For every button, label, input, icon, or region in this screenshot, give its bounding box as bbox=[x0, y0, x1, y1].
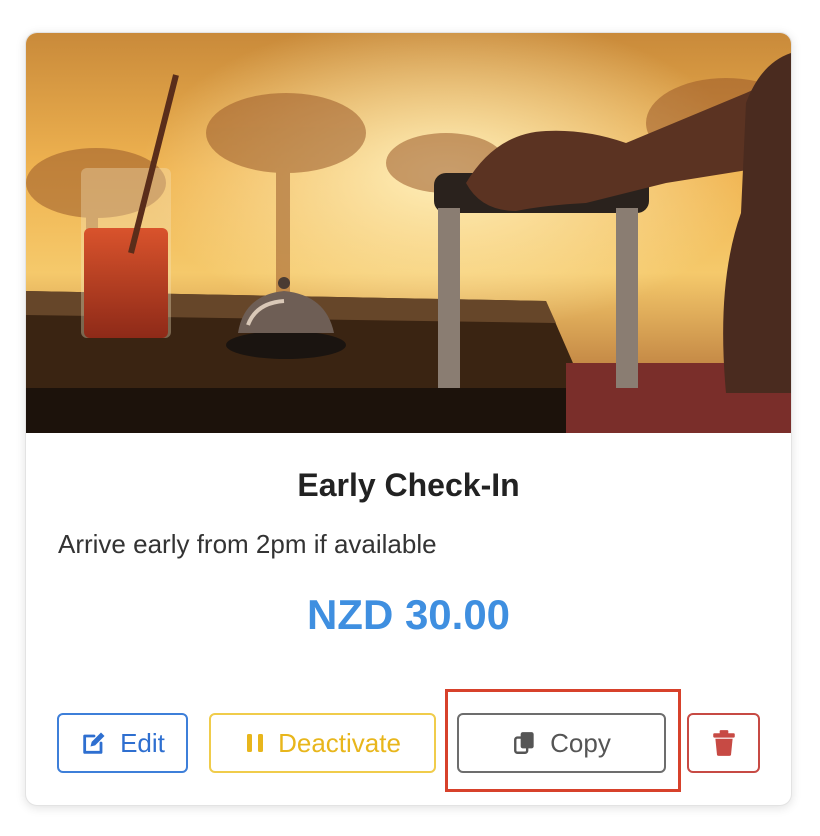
edit-label: Edit bbox=[120, 727, 165, 758]
delete-button[interactable] bbox=[687, 713, 760, 773]
card-description: Arrive early from 2pm if available bbox=[58, 529, 437, 559]
edit-button[interactable]: Edit bbox=[57, 713, 188, 773]
deactivate-label: Deactivate bbox=[278, 727, 401, 758]
trash-icon bbox=[711, 729, 737, 757]
copy-highlight-box bbox=[445, 689, 681, 792]
edit-icon bbox=[80, 729, 108, 757]
hotel-checkin-photo bbox=[26, 33, 791, 433]
card-price: NZD 30.00 bbox=[306, 591, 511, 638]
deactivate-button[interactable]: Deactivate bbox=[209, 713, 436, 773]
card-title: Early Check-In bbox=[297, 467, 520, 503]
pause-icon bbox=[244, 732, 266, 754]
